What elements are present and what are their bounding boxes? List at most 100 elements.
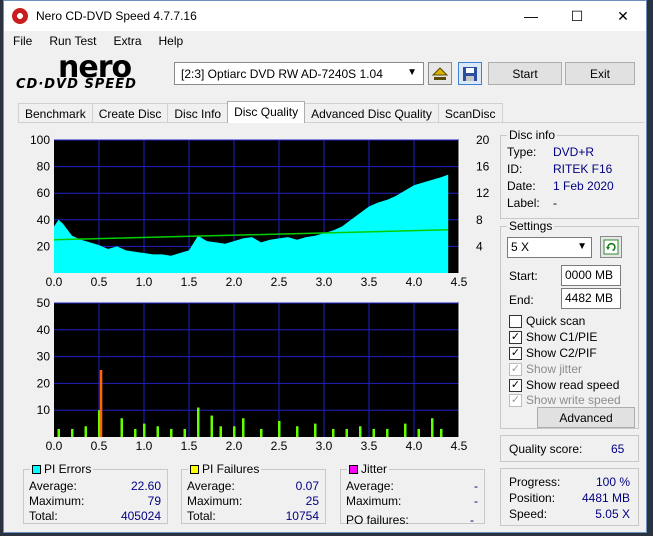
eject-button[interactable]: [428, 62, 452, 85]
settings-group: Settings 5 X ▼ Start: 0000 MB End: 4482 …: [500, 219, 639, 429]
drive-select[interactable]: [2:3] Optiarc DVD RW AD-7240S 1.04 ▼: [174, 62, 424, 85]
pi-errors-total-label: Total:: [29, 509, 58, 523]
exit-button[interactable]: Exit: [565, 62, 635, 85]
disc-type-value: DVD+R: [553, 145, 595, 159]
pi-failures-average-label: Average:: [187, 479, 235, 493]
pi-failure-bar: [386, 428, 389, 437]
quality-score-group: Quality score: 65: [500, 435, 639, 462]
show-c2-label: Show C2/PIF: [526, 346, 597, 360]
show-c1-checkbox[interactable]: ✓ Show C1/PIE: [509, 330, 597, 344]
eject-icon: [432, 66, 448, 80]
pi-failure-bar: [278, 420, 281, 437]
x-tick-label: 1.5: [181, 439, 198, 453]
pi-failure-bar: [99, 370, 103, 437]
x-tick-label: 3.5: [361, 275, 378, 289]
minimize-button[interactable]: —: [508, 1, 554, 31]
tab-disc-info[interactable]: Disc Info: [167, 103, 229, 123]
chart2-plot-area: [54, 303, 459, 437]
drive-select-value: [2:3] Optiarc DVD RW AD-7240S 1.04: [181, 66, 383, 81]
pi-failure-bar: [296, 426, 299, 437]
menu-run-test[interactable]: Run Test: [40, 32, 104, 52]
position-label: Position:: [509, 491, 556, 505]
pi-failure-bar: [156, 426, 159, 437]
menu-extra[interactable]: Extra: [104, 32, 149, 52]
pi-failure-bar: [359, 426, 362, 437]
pi-failures-average-value: 0.07: [295, 479, 319, 493]
tab-bar: Benchmark Create Disc Disc Info Disc Qua…: [18, 101, 503, 123]
save-button[interactable]: [458, 62, 482, 85]
window-title: Nero CD-DVD Speed 4.7.7.16: [36, 9, 197, 23]
end-label: End:: [509, 293, 534, 307]
chevron-down-icon: ▼: [577, 241, 587, 252]
pi-failure-bar: [183, 428, 186, 437]
disc-label-label: Label:: [507, 196, 540, 210]
show-read-speed-checkbox[interactable]: ✓ Show read speed: [509, 378, 619, 392]
speed-select[interactable]: 5 X ▼: [507, 237, 592, 258]
tab-disc-quality[interactable]: Disc Quality: [227, 101, 306, 123]
jitter-average-value: -: [474, 479, 478, 493]
x-tick-label: 1.0: [136, 439, 153, 453]
y-tick-label: 100: [30, 133, 50, 147]
y2-tick-label: 20: [476, 133, 490, 147]
maximize-button[interactable]: ☐: [554, 1, 600, 31]
pi-failure-bar: [170, 428, 173, 437]
pi-failure-bar: [71, 428, 74, 437]
quality-score-label: Quality score:: [509, 442, 583, 456]
pi-errors-maximum-label: Maximum:: [29, 494, 85, 508]
pi-failures-legend-swatch: [190, 465, 199, 474]
x-tick-label: 0.5: [91, 439, 108, 453]
tab-advanced-disc-quality[interactable]: Advanced Disc Quality: [304, 103, 439, 123]
y-tick-label: 50: [37, 296, 51, 310]
tab-benchmark[interactable]: Benchmark: [18, 103, 93, 123]
tab-scandisc[interactable]: ScanDisc: [437, 103, 503, 123]
x-tick-label: 1.5: [181, 275, 198, 289]
end-input[interactable]: 4482 MB: [561, 288, 621, 309]
main-window: Nero CD-DVD Speed 4.7.7.16 — ☐ ✕ File Ru…: [3, 0, 647, 533]
pi-errors-chart: 0.0 0.5 1.0 1.5 2.0 2.5 3.0 3.5 4.0 4.5 100 80 60 40 2…: [30, 133, 490, 289]
y2-tick-label: 4: [476, 239, 483, 253]
quick-scan-label: Quick scan: [526, 314, 586, 328]
show-jitter-checkbox[interactable]: ✓ Show jitter: [509, 362, 582, 376]
x-tick-label: 2.5: [271, 439, 288, 453]
speed-label: Speed:: [509, 507, 548, 521]
start-label: Start:: [509, 269, 538, 283]
tab-create-disc[interactable]: Create Disc: [91, 103, 169, 123]
pi-failure-bar: [417, 428, 420, 437]
position-value: 4481 MB: [581, 491, 630, 505]
x-tick-label: 3.0: [316, 275, 333, 289]
pi-errors-average-label: Average:: [29, 479, 77, 493]
pi-failure-bar: [219, 426, 222, 437]
chevron-down-icon: ▼: [407, 67, 417, 78]
start-button[interactable]: Start: [488, 62, 562, 85]
menu-help[interactable]: Help: [150, 32, 192, 52]
progress-label: Progress:: [509, 475, 561, 489]
settings-title: Settings: [507, 219, 555, 233]
x-tick-label: 3.5: [361, 439, 378, 453]
y2-tick-label: 8: [476, 213, 483, 227]
y-tick-label: 20: [37, 376, 51, 390]
show-write-speed-checkbox[interactable]: ✓ Show write speed: [509, 393, 621, 407]
nero-logo: nero CD·DVD SPEED: [16, 50, 166, 94]
pi-failures-total-value: 10754: [285, 509, 319, 523]
pi-failures-title: PI Failures: [188, 462, 262, 476]
refresh-button[interactable]: [600, 236, 622, 258]
y-tick-label: 80: [37, 160, 51, 174]
refresh-icon: [603, 239, 619, 255]
pi-failure-bar: [210, 415, 213, 437]
y-tick-label: 20: [37, 239, 51, 253]
x-tick-label: 0.0: [46, 439, 63, 453]
advanced-button[interactable]: Advanced: [537, 407, 635, 428]
y2-tick-label: 12: [476, 186, 490, 200]
x-tick-label: 2.0: [226, 439, 243, 453]
menu-file[interactable]: File: [4, 32, 40, 52]
save-icon: [463, 66, 477, 81]
pi-errors-legend-swatch: [32, 465, 41, 474]
quick-scan-checkbox[interactable]: Quick scan: [509, 314, 585, 328]
pi-failures-maximum-value: 25: [305, 494, 319, 508]
pi-failure-bar: [197, 407, 200, 437]
start-input[interactable]: 0000 MB: [561, 265, 621, 286]
x-tick-label: 0.5: [91, 275, 108, 289]
show-c1-label: Show C1/PIE: [526, 330, 598, 344]
show-c2-checkbox[interactable]: ✓ Show C2/PIF: [509, 346, 597, 360]
close-button[interactable]: ✕: [600, 1, 646, 31]
